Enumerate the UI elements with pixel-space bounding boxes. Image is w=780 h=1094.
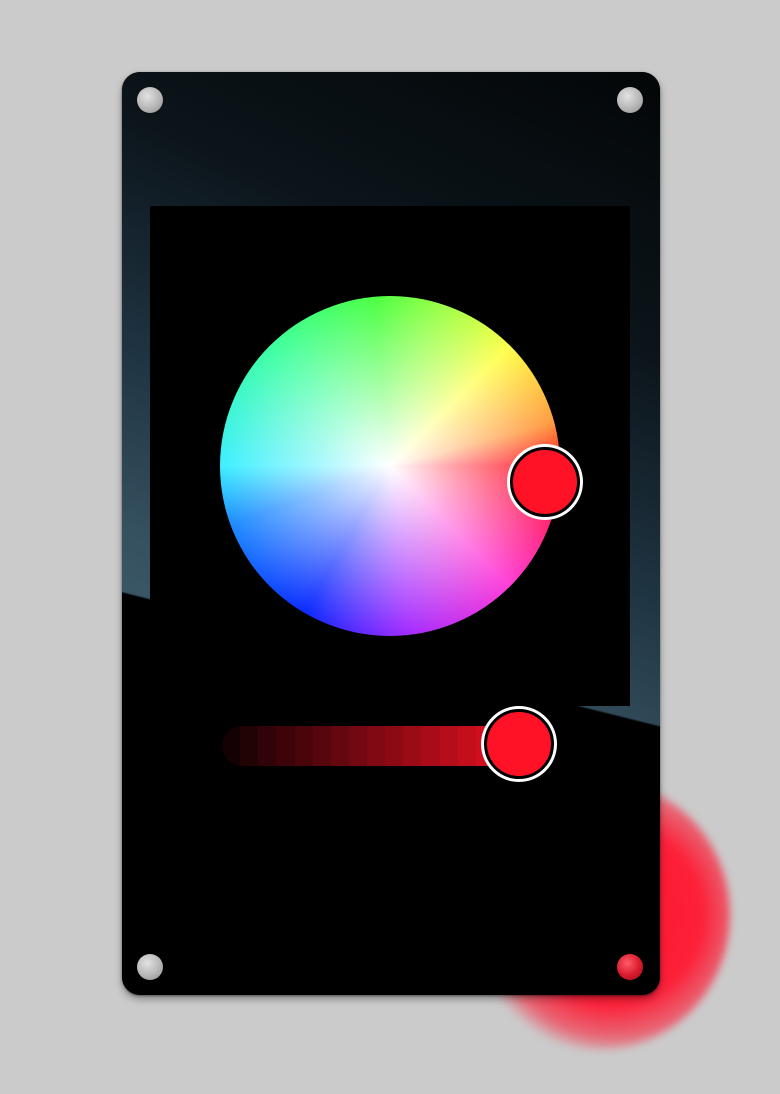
brightness-slider-track[interactable]: [222, 726, 512, 766]
brightness-step: [385, 726, 404, 766]
brightness-step: [294, 726, 313, 766]
brightness-step: [330, 726, 349, 766]
brightness-step: [276, 726, 295, 766]
brightness-slider-handle[interactable]: [484, 709, 554, 779]
brightness-step: [367, 726, 386, 766]
screw-icon: [617, 87, 643, 113]
screw-icon: [137, 87, 163, 113]
color-wheel[interactable]: [220, 296, 560, 636]
brightness-step: [348, 726, 367, 766]
screw-icon: [617, 954, 643, 980]
color-wheel-handle[interactable]: [510, 447, 580, 517]
brightness-step: [439, 726, 458, 766]
brightness-step: [312, 726, 331, 766]
brightness-step: [258, 726, 277, 766]
brightness-step: [421, 726, 440, 766]
brightness-step: [240, 726, 259, 766]
brightness-step: [403, 726, 422, 766]
screw-icon: [137, 954, 163, 980]
brightness-step: [457, 726, 476, 766]
